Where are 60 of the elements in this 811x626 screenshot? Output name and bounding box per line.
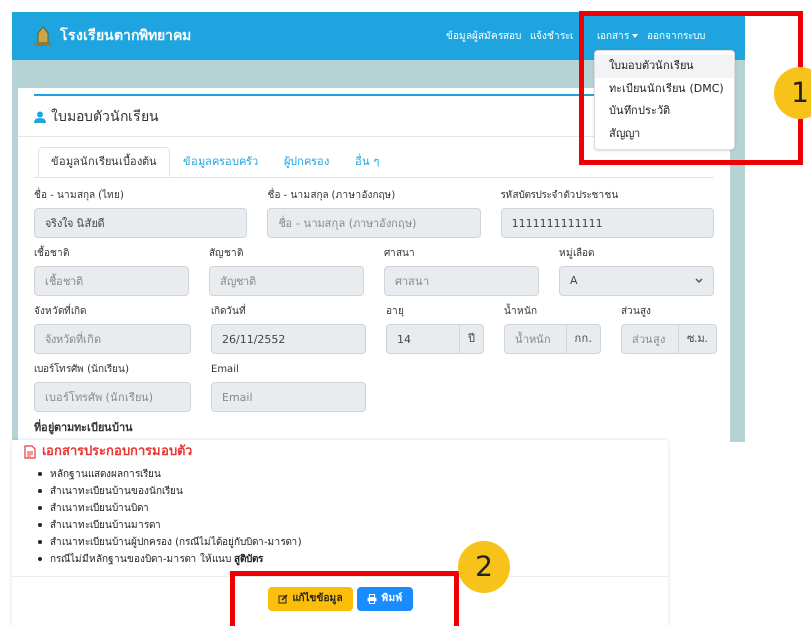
- bullet-icon: [38, 557, 42, 561]
- field-label: ศาสนา: [384, 247, 416, 261]
- field-label: ชื่อ - นามสกุล (ภาษาอังกฤษ): [267, 188, 481, 208]
- bullet-icon: [38, 523, 42, 527]
- input-field[interactable]: 26/11/2552: [211, 324, 366, 354]
- annotation-number: 1: [774, 67, 811, 119]
- bullet-icon: [38, 540, 42, 544]
- field-label: จังหวัดที่เกิด: [34, 304, 191, 324]
- dropdown-item[interactable]: สัญญา: [595, 122, 734, 145]
- document-item: สำเนาทะเบียนบ้านมารดา: [50, 518, 161, 532]
- input-field[interactable]: ศาสนา: [384, 266, 539, 296]
- chevron-icon: [695, 278, 703, 284]
- input-field[interactable]: ส่วนสูง: [621, 324, 679, 354]
- input-field[interactable]: จังหวัดที่เกิด: [34, 324, 191, 354]
- bullet-icon: [38, 506, 42, 510]
- document-icon: [24, 444, 36, 459]
- edit-icon: [278, 594, 288, 604]
- printer-icon: [366, 594, 376, 604]
- field-label: อายุ: [386, 305, 405, 319]
- document-item: กรณีไม่มีหลักฐานของบิดา-มารดา ให้แนบ สูติบัตร: [50, 552, 263, 566]
- document-item: สำเนาทะเบียนบ้านของนักเรียน: [50, 484, 183, 498]
- unit-addon: ซ.ม.: [679, 324, 717, 354]
- field-label: เชื้อชาติ: [34, 246, 189, 266]
- input-field[interactable]: Email: [211, 382, 366, 412]
- user-icon: [34, 111, 46, 123]
- document-item: หลักฐานแสดงผลการเรียน: [50, 468, 161, 482]
- field-label: เกิดวันที่: [211, 304, 366, 324]
- unit-addon: กก.: [566, 324, 601, 354]
- card-title: ใบมอบตัวนักเรียน: [51, 108, 159, 126]
- input-field[interactable]: 14: [386, 324, 460, 354]
- input-field[interactable]: 1111111111111: [500, 208, 714, 238]
- form-tab[interactable]: ข้อมูลนักเรียนเบื้องต้น: [38, 147, 170, 177]
- field-label: น้ำหนัก: [504, 304, 601, 324]
- input-field[interactable]: ชื่อ - นามสกุล (ภาษาอังกฤษ): [267, 208, 481, 238]
- input-field[interactable]: สัญชาติ: [209, 266, 364, 296]
- field-label: ชื่อ - นามสกุล (ไทย): [34, 188, 248, 208]
- dropdown-item[interactable]: ทะเบียนนักเรียน (DMC): [595, 78, 734, 100]
- field-label: ส่วนสูง: [621, 305, 652, 319]
- field-label: รหัสบัตรประจำตัวประชาชน: [500, 188, 620, 203]
- field-label: สัญชาติ: [209, 247, 244, 261]
- field-label: เบอร์โทรศัพ (นักเรียน): [34, 362, 130, 377]
- edit-button[interactable]: แก้ไขข้อมูล: [268, 586, 352, 610]
- document-item: สำเนาทะเบียนบ้านผู้ปกครอง (กรณีไม่ได้อยู่กับบิดา-มารดา): [50, 535, 302, 550]
- field-label: Email: [211, 363, 240, 377]
- field-label: หมู่เลือด: [559, 246, 595, 261]
- input-field[interactable]: เชื้อชาติ: [34, 266, 189, 296]
- documents-title: เอกสารประกอบการมอบตัว: [42, 443, 192, 461]
- dropdown-item[interactable]: ใบมอบตัวนักเรียน: [595, 55, 734, 78]
- blood-type-select[interactable]: A: [559, 266, 714, 296]
- bullet-icon: [38, 472, 42, 476]
- school-logo-icon: [32, 25, 54, 47]
- bullet-icon: [38, 489, 42, 493]
- input-field[interactable]: น้ำหนัก: [504, 324, 566, 354]
- input-field[interactable]: จริงใจ นิสัยดี: [34, 208, 248, 238]
- input-field[interactable]: เบอร์โทรศัพ (นักเรียน): [34, 382, 191, 412]
- document-item: สำเนาทะเบียนบ้านบิดา: [50, 502, 149, 516]
- unit-addon: ปี: [460, 324, 484, 354]
- section-label: ที่อยู่ตามทะเบียนบ้าน: [34, 420, 134, 436]
- caret-icon: [632, 34, 638, 38]
- dropdown-item[interactable]: บันทึกประวัติ: [595, 100, 734, 122]
